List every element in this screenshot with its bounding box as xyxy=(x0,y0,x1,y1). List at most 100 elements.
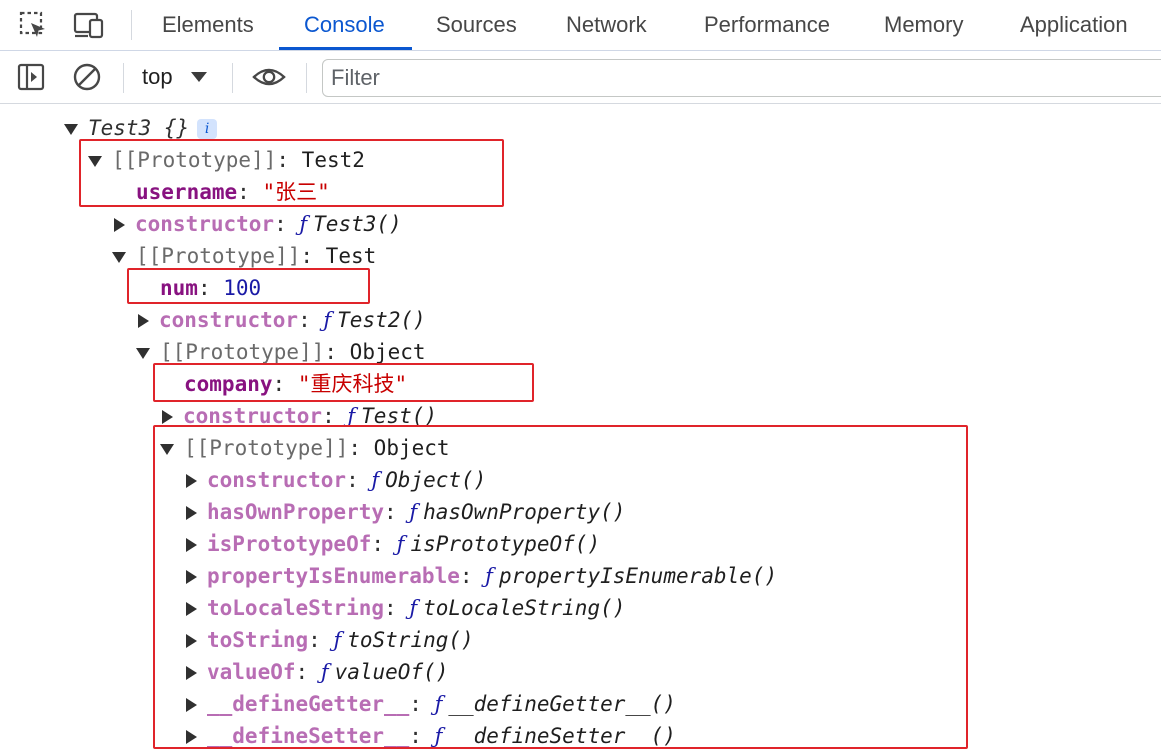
prototype-key: [[Prototype]] xyxy=(112,148,277,172)
inspect-element-icon[interactable] xyxy=(16,8,50,42)
tree-row-constructor[interactable]: constructor: ƒ Test() xyxy=(160,400,437,432)
collapse-triangle-icon[interactable] xyxy=(186,698,197,712)
tree-row-constructor[interactable]: constructor: ƒ Test2() xyxy=(136,304,426,336)
tree-row-method[interactable]: isPrototypeOf: ƒ isPrototypeOf() xyxy=(184,528,600,560)
prototype-value: Object xyxy=(373,436,450,460)
function-name: propertyIsEnumerable() xyxy=(498,564,778,588)
function-name: hasOwnProperty() xyxy=(423,500,626,524)
collapse-triangle-icon[interactable] xyxy=(138,314,149,328)
property-key: username xyxy=(136,180,238,204)
filter-input[interactable] xyxy=(322,59,1161,97)
tree-row-prototype-test[interactable]: [[Prototype]]: Test xyxy=(112,240,376,272)
property-key: company xyxy=(184,372,273,396)
tab-performance[interactable]: Performance xyxy=(704,0,830,50)
tree-row-prototype-test2[interactable]: [[Prototype]]: Test2 xyxy=(88,144,365,176)
info-icon[interactable]: i xyxy=(197,119,218,139)
tree-row-prototype-object[interactable]: [[Prototype]]: Object xyxy=(136,336,426,368)
function-glyph: ƒ xyxy=(409,500,418,524)
property-key: __defineGetter__ xyxy=(207,692,410,716)
tree-row-method[interactable]: valueOf: ƒ valueOf() xyxy=(184,656,448,688)
context-selector[interactable]: top xyxy=(142,61,207,93)
function-name: Test2() xyxy=(337,308,426,332)
function-name: toString() xyxy=(347,628,474,652)
toolbar-separator xyxy=(123,63,124,93)
tab-divider xyxy=(131,10,132,40)
expand-triangle-icon[interactable] xyxy=(112,251,126,263)
function-glyph: ƒ xyxy=(320,660,329,684)
active-tab-indicator xyxy=(279,47,412,50)
function-glyph: ƒ xyxy=(409,596,418,620)
tab-memory[interactable]: Memory xyxy=(884,0,963,50)
context-selector-value: top xyxy=(142,64,173,89)
tree-row-method[interactable]: constructor: ƒ Object() xyxy=(184,464,486,496)
property-key: constructor xyxy=(135,212,275,236)
expand-triangle-icon[interactable] xyxy=(88,155,102,167)
prototype-key: [[Prototype]] xyxy=(136,244,301,268)
collapse-triangle-icon[interactable] xyxy=(186,538,197,552)
string-value: "重庆科技" xyxy=(297,372,408,396)
property-key: toString xyxy=(207,628,309,652)
function-name: toLocaleString() xyxy=(423,596,626,620)
expand-triangle-icon[interactable] xyxy=(64,123,78,135)
string-value: "张三" xyxy=(262,180,330,204)
toolbar-separator xyxy=(306,63,307,93)
function-name: isPrototypeOf() xyxy=(410,532,601,556)
tree-row-method[interactable]: __defineGetter__: ƒ __defineGetter__() xyxy=(184,688,676,720)
tree-row-method[interactable]: toString: ƒ toString() xyxy=(184,624,474,656)
tree-row-method[interactable]: propertyIsEnumerable: ƒ propertyIsEnumera… xyxy=(184,560,777,592)
sidebar-toggle-icon[interactable] xyxy=(14,60,48,94)
collapse-triangle-icon[interactable] xyxy=(186,570,197,584)
prototype-value: Object xyxy=(349,340,426,364)
property-key: num xyxy=(160,276,198,300)
collapse-triangle-icon[interactable] xyxy=(114,218,125,232)
tab-application[interactable]: Application xyxy=(1020,0,1128,50)
function-glyph: ƒ xyxy=(323,308,332,332)
object-title: Test3 {} xyxy=(88,116,190,140)
chevron-down-icon xyxy=(190,72,207,82)
expand-triangle-icon[interactable] xyxy=(136,347,150,359)
device-toolbar-icon[interactable] xyxy=(72,8,106,42)
collapse-triangle-icon[interactable] xyxy=(186,602,197,616)
function-name: Test() xyxy=(361,404,438,428)
tab-network[interactable]: Network xyxy=(566,0,647,50)
collapse-triangle-icon[interactable] xyxy=(186,730,197,744)
property-key: constructor xyxy=(183,404,323,428)
function-name: valueOf() xyxy=(334,660,449,684)
devtools-tab-bar: Elements Console Sources Network Perform… xyxy=(0,0,1161,51)
function-glyph: ƒ xyxy=(396,532,405,556)
tree-row-method[interactable]: __defineSetter__: ƒ __defineSetter__() xyxy=(184,720,676,752)
tree-row-company: company: "重庆科技" xyxy=(184,372,408,396)
tree-row-root[interactable]: Test3 {} i xyxy=(64,112,218,144)
function-glyph: ƒ xyxy=(333,628,342,652)
property-key: propertyIsEnumerable xyxy=(207,564,460,588)
expand-triangle-icon[interactable] xyxy=(160,443,174,455)
tree-row-constructor[interactable]: constructor: ƒ Test3() xyxy=(112,208,402,240)
clear-console-icon[interactable] xyxy=(70,60,104,94)
tab-elements[interactable]: Elements xyxy=(162,0,254,50)
number-value: 100 xyxy=(223,276,262,300)
tree-row-method[interactable]: hasOwnProperty: ƒ hasOwnProperty() xyxy=(184,496,625,528)
property-key: hasOwnProperty xyxy=(207,500,385,524)
function-glyph: ƒ xyxy=(347,404,356,428)
tree-row-method[interactable]: toLocaleString: ƒ toLocaleString() xyxy=(184,592,625,624)
collapse-triangle-icon[interactable] xyxy=(186,506,197,520)
property-key: constructor xyxy=(207,468,347,492)
function-name: Object() xyxy=(385,468,487,492)
tree-row-prototype-object-builtin[interactable]: [[Prototype]]: Object xyxy=(160,432,450,464)
prototype-key: [[Prototype]] xyxy=(160,340,325,364)
function-name: Test3() xyxy=(313,212,402,236)
prototype-value: Test2 xyxy=(301,148,365,172)
property-key: valueOf xyxy=(207,660,296,684)
toolbar-separator xyxy=(232,63,233,93)
function-glyph: ƒ xyxy=(434,724,443,748)
property-key: isPrototypeOf xyxy=(207,532,372,556)
collapse-triangle-icon[interactable] xyxy=(186,666,197,680)
collapse-triangle-icon[interactable] xyxy=(162,410,173,424)
collapse-triangle-icon[interactable] xyxy=(186,634,197,648)
prototype-key: [[Prototype]] xyxy=(184,436,349,460)
collapse-triangle-icon[interactable] xyxy=(186,474,197,488)
function-name: __defineGetter__() xyxy=(448,692,676,716)
live-expression-eye-icon[interactable] xyxy=(252,60,286,94)
tab-console[interactable]: Console xyxy=(304,0,385,50)
tab-sources[interactable]: Sources xyxy=(436,0,517,50)
